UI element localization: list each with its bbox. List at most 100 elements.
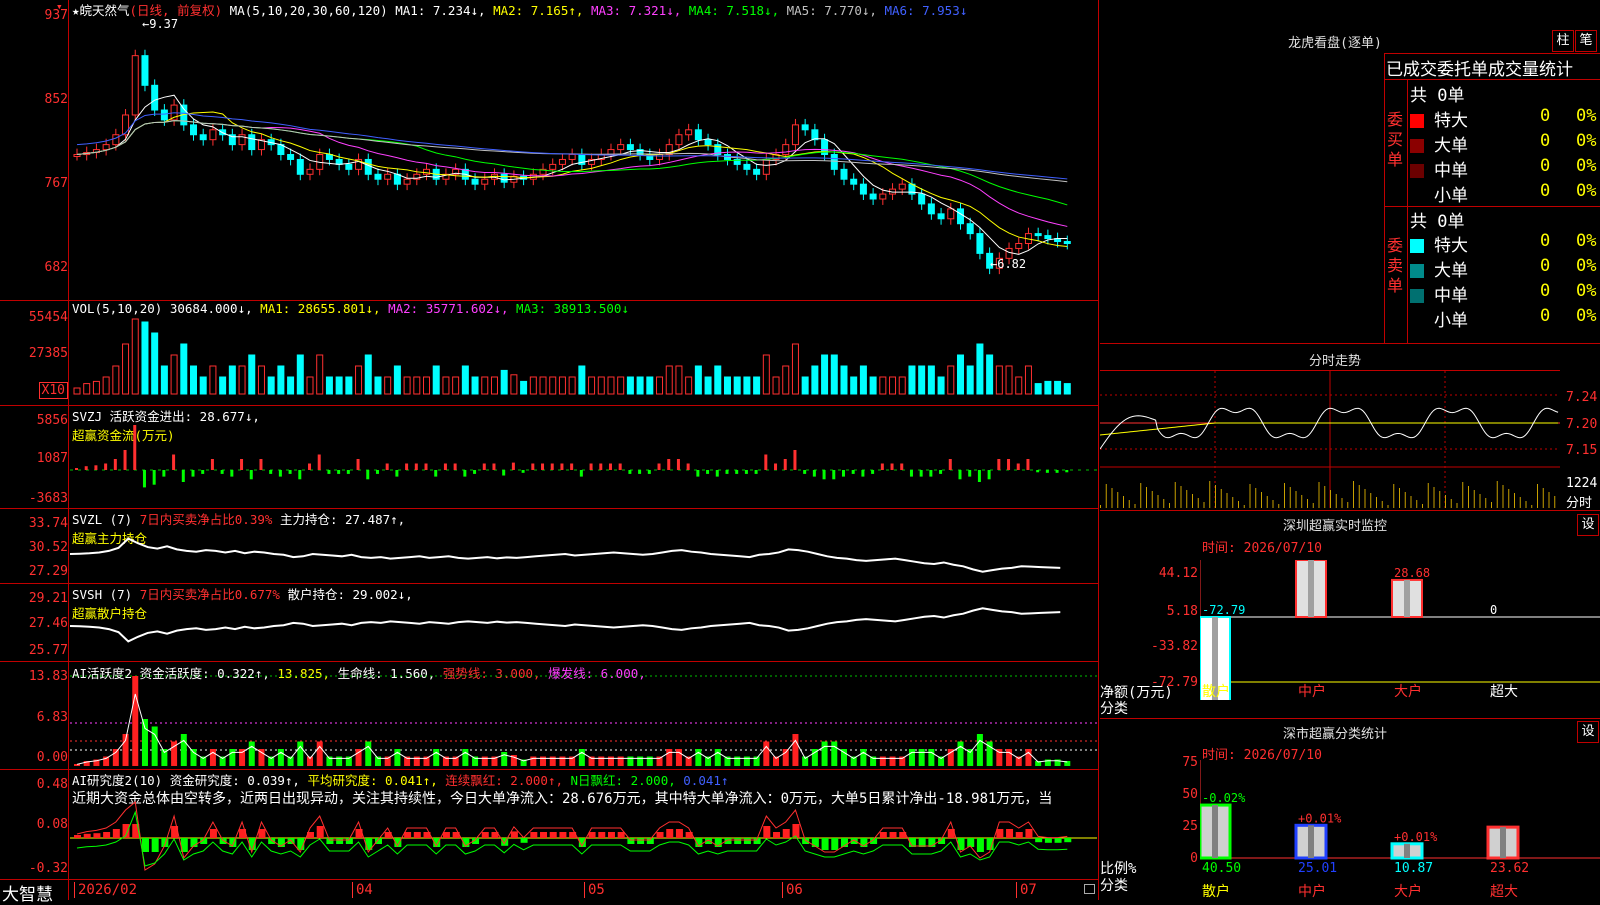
date-label: 06 bbox=[782, 882, 803, 898]
svzl-chart[interactable] bbox=[70, 530, 1097, 582]
classify-settings-button[interactable]: 设 bbox=[1577, 721, 1599, 743]
svzj-bar bbox=[162, 470, 166, 477]
sell-row-label: 大单 bbox=[1434, 261, 1468, 281]
volume-bar bbox=[296, 354, 304, 395]
ai-active-bar bbox=[433, 749, 440, 766]
svzj-bar bbox=[900, 463, 904, 470]
ai-research-bar bbox=[209, 829, 217, 838]
monitor-category[interactable]: 散户 bbox=[1202, 683, 1230, 700]
svzj-bar bbox=[405, 463, 409, 470]
svzj-tick: 5856 bbox=[36, 413, 68, 428]
intraday-vol-bar bbox=[1427, 483, 1429, 508]
vol-params: VOL(5,10,20) bbox=[72, 301, 163, 316]
svzl-tick: 27.29 bbox=[28, 564, 68, 579]
candle-body bbox=[471, 178, 479, 185]
ma-values: MA1: 7.234↓, MA2: 7.165↑, MA3: 7.321↓, M… bbox=[395, 3, 967, 18]
sell-row-pct: 0% bbox=[1576, 281, 1597, 301]
monitor-tick: 5.18 bbox=[1166, 604, 1198, 619]
date-axis-divider bbox=[0, 879, 1098, 880]
tick-mode-button[interactable]: 笔 bbox=[1575, 30, 1597, 52]
monitor-value-label: -72.79 bbox=[1202, 603, 1245, 617]
intraday-vol-bar bbox=[1192, 494, 1193, 508]
ai-active-bar bbox=[763, 741, 770, 766]
svsh-chart[interactable] bbox=[70, 598, 1097, 660]
vol-unit: X10 bbox=[38, 382, 68, 399]
ai-active-bar bbox=[831, 741, 838, 766]
ai-active-bar bbox=[248, 741, 255, 766]
ai-research-bar bbox=[967, 838, 975, 847]
candle-body bbox=[801, 124, 809, 131]
ai-active-bar bbox=[821, 741, 828, 766]
legend-swatch-icon bbox=[1410, 164, 1424, 178]
svzj-bar bbox=[715, 470, 719, 477]
ai-active-bar bbox=[190, 749, 197, 766]
price-tick: 852 bbox=[44, 92, 68, 107]
classify-category[interactable]: 散户 bbox=[1202, 883, 1230, 900]
candle-body bbox=[287, 154, 295, 160]
ma-value: MA4: 7.518↓, bbox=[688, 3, 787, 18]
ai-research-bar bbox=[1044, 838, 1052, 843]
volume-bar bbox=[500, 369, 508, 395]
classify-category[interactable]: 大户 bbox=[1394, 883, 1422, 900]
svzj-bar bbox=[948, 459, 952, 470]
app-logo[interactable]: 大智慧 bbox=[2, 880, 53, 905]
intraday-vol-bar bbox=[1433, 487, 1435, 508]
ma-params: MA(5,10,20,30,60,120) bbox=[229, 3, 388, 18]
candle-body bbox=[694, 129, 702, 141]
ai-active-chart[interactable] bbox=[70, 662, 1097, 768]
ai-research-bar bbox=[258, 829, 266, 838]
stock-title[interactable]: ★皖天然气 bbox=[72, 3, 130, 18]
sell-row: 大单 bbox=[1410, 256, 1468, 281]
intraday-vol-bar bbox=[1519, 497, 1521, 508]
ai-research-bar bbox=[326, 838, 334, 844]
svzj-chart[interactable] bbox=[70, 420, 1097, 508]
volume-chart[interactable] bbox=[70, 316, 1097, 396]
intraday-vol-bar bbox=[1105, 484, 1107, 508]
svzj-bar bbox=[240, 459, 244, 470]
svzj-bar bbox=[327, 470, 331, 474]
ai-active-bar bbox=[714, 749, 721, 766]
period-label[interactable]: (日线, 前复权) bbox=[130, 3, 223, 18]
ai-research-bar bbox=[637, 838, 645, 844]
date-label: 05 bbox=[584, 882, 605, 898]
svzj-bar bbox=[75, 468, 78, 470]
svzj-bar bbox=[317, 454, 321, 470]
monitor-chart[interactable]: -72.79散户44.12中户28.68大户0超大 bbox=[1200, 560, 1600, 700]
ai-active-bar bbox=[297, 741, 304, 766]
lock-icon[interactable] bbox=[1084, 884, 1095, 894]
svzj-bar bbox=[395, 470, 399, 477]
svzj-bar bbox=[725, 470, 729, 474]
volume-bar bbox=[384, 376, 392, 395]
monitor-category[interactable]: 中户 bbox=[1298, 683, 1326, 700]
intraday-vol-bar bbox=[1157, 495, 1159, 508]
candle-body bbox=[675, 134, 683, 146]
ma-value: MA6: 7.953↓ bbox=[884, 3, 968, 18]
ai-research-bar bbox=[336, 838, 344, 844]
candle-body bbox=[704, 139, 712, 146]
ai-research-chart[interactable] bbox=[70, 800, 1097, 878]
bar-mode-button[interactable]: 柱 bbox=[1552, 30, 1574, 52]
svzj-bar bbox=[463, 470, 467, 477]
price-chart[interactable]: ←9.37 ←6.82 bbox=[70, 18, 1097, 300]
intraday-vol-bar bbox=[1232, 497, 1234, 508]
svzj-bar bbox=[803, 470, 807, 474]
intraday-chart[interactable] bbox=[1100, 371, 1560, 508]
svzj-bar bbox=[133, 425, 137, 470]
volume-bar bbox=[1005, 365, 1013, 395]
svzj-bar bbox=[647, 470, 651, 474]
buy-total: 共 0单 bbox=[1410, 86, 1465, 106]
ai-research-bar bbox=[404, 832, 412, 838]
intraday-vol-bar bbox=[1186, 490, 1188, 508]
monitor-category[interactable]: 超大 bbox=[1490, 684, 1518, 700]
classify-category[interactable]: 中户 bbox=[1298, 883, 1326, 900]
monitor-category[interactable]: 大户 bbox=[1394, 683, 1422, 700]
ai-active-bar bbox=[180, 734, 187, 766]
classify-category[interactable]: 超大 bbox=[1490, 884, 1518, 900]
svzj-bar bbox=[1065, 470, 1069, 473]
volume-bar bbox=[471, 376, 479, 395]
classify-chart[interactable]: -0.02% 40.50 散户 +0.01% 25.01 中户 +0.01% 10.87 大户 2… bbox=[1200, 760, 1600, 900]
candle-body bbox=[345, 163, 353, 170]
intraday-price-line bbox=[1100, 407, 1559, 450]
monitor-settings-button[interactable]: 设 bbox=[1577, 514, 1599, 536]
date-label: 04 bbox=[352, 882, 373, 898]
